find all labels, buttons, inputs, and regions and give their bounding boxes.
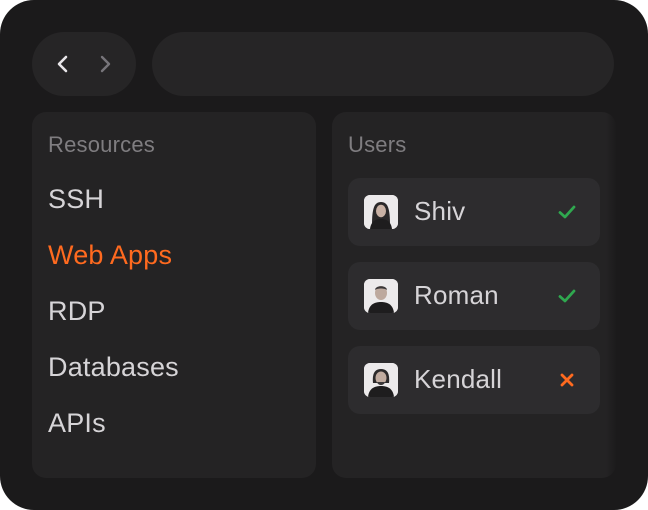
resources-panel: Resources SSH Web Apps RDP Databases API… (32, 112, 316, 478)
app-window: Resources SSH Web Apps RDP Databases API… (0, 0, 648, 510)
back-button[interactable] (51, 52, 75, 76)
user-row-roman[interactable]: Roman (348, 262, 600, 330)
forward-button[interactable] (93, 52, 117, 76)
resource-item-rdp[interactable]: RDP (48, 296, 106, 327)
users-title: Users (348, 132, 407, 157)
user-row-shiv[interactable]: Shiv (348, 178, 600, 246)
check-icon (558, 205, 576, 219)
status-allowed (556, 201, 578, 223)
cross-icon (560, 373, 574, 387)
user-row-kendall[interactable]: Kendall (348, 346, 600, 414)
status-denied (556, 369, 578, 391)
status-allowed (556, 285, 578, 307)
resource-item-apis[interactable]: APIs (48, 408, 106, 439)
user-name: Roman (414, 280, 499, 310)
chevron-left-icon (57, 55, 68, 73)
scroll-fade (606, 112, 616, 478)
avatar (364, 363, 398, 397)
users-panel: Users Shiv Roman Kendall (332, 112, 616, 478)
chevron-right-icon (100, 55, 111, 73)
resource-item-ssh[interactable]: SSH (48, 184, 104, 215)
check-icon (558, 289, 576, 303)
user-name: Kendall (414, 364, 503, 394)
address-bar[interactable] (152, 32, 614, 96)
user-name: Shiv (414, 196, 466, 226)
resource-item-web-apps[interactable]: Web Apps (48, 240, 172, 271)
resources-title: Resources (48, 132, 155, 157)
avatar (364, 195, 398, 229)
resource-item-databases[interactable]: Databases (48, 352, 179, 383)
navigation-controls (32, 32, 136, 96)
avatar (364, 279, 398, 313)
